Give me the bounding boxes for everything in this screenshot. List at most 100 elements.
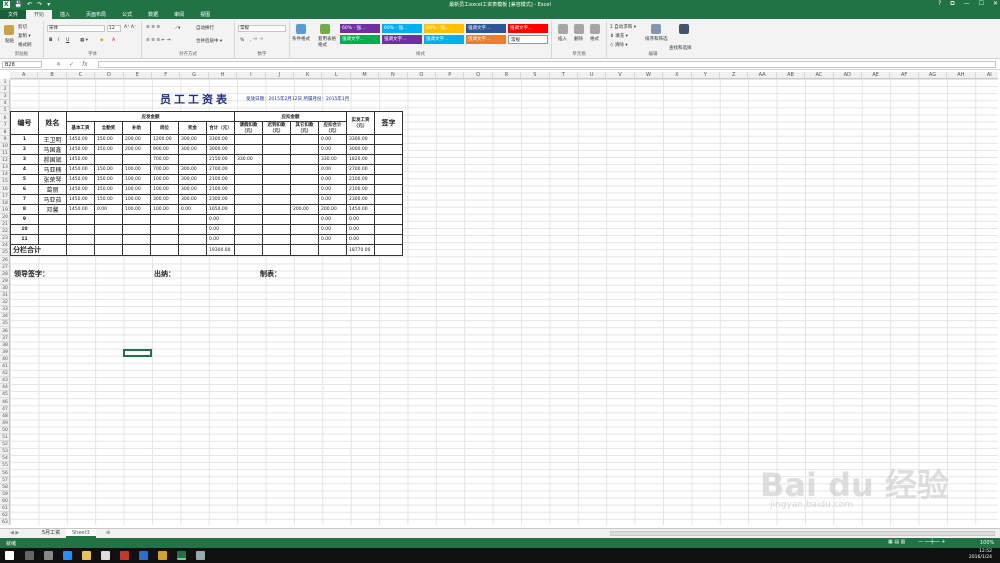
style-item[interactable]: 强调文字... <box>508 24 548 33</box>
cell-post[interactable] <box>150 224 179 235</box>
cell-name[interactable]: 马亚茹 <box>38 194 67 205</box>
column-header[interactable]: E <box>124 72 152 78</box>
cell-sign[interactable] <box>374 144 403 155</box>
app-icon[interactable] <box>196 551 205 560</box>
column-header[interactable]: S <box>521 72 550 78</box>
fill-color-icon[interactable]: ◆ <box>100 38 103 43</box>
insert-cells-button[interactable]: 插入 <box>558 36 567 42</box>
row-header[interactable]: 3 <box>0 93 9 101</box>
tab-file[interactable]: 文件 <box>0 10 27 19</box>
delete-cells-icon[interactable] <box>574 24 584 34</box>
column-header[interactable]: R <box>493 72 522 78</box>
cell[interactable] <box>122 244 151 256</box>
cell-post[interactable]: 1200.00 <box>150 134 179 145</box>
cell-total[interactable]: 2700.00 <box>206 164 235 175</box>
cell-attend[interactable]: 150.00 <box>94 174 123 185</box>
cell-attend[interactable]: 150.00 <box>94 144 123 155</box>
cell-base[interactable]: 1450.00 <box>66 154 95 165</box>
cell-leave[interactable] <box>234 184 263 195</box>
cell-subsidy[interactable] <box>122 154 151 165</box>
cell-no[interactable]: 6 <box>10 184 39 195</box>
column-header[interactable]: N <box>379 72 408 78</box>
cell-attend[interactable]: 150.00 <box>94 194 123 205</box>
grow-font-icon[interactable]: A⁺ A⁻ <box>124 25 136 30</box>
cell-no[interactable]: 9 <box>10 214 39 225</box>
conditional-format-button[interactable]: 条件格式 <box>292 36 310 42</box>
row-header[interactable]: 52 <box>0 441 9 449</box>
cell-net[interactable]: 2700.00 <box>346 164 375 175</box>
cell-dt[interactable]: 0.00 <box>318 194 347 205</box>
cell[interactable] <box>66 244 95 256</box>
row-header[interactable]: 46 <box>0 399 9 406</box>
column-header[interactable]: I <box>237 72 266 78</box>
cell-total[interactable]: 1650.00 <box>206 204 235 215</box>
cell-leave[interactable] <box>234 174 263 185</box>
cell-total[interactable]: 2300.00 <box>206 194 235 205</box>
cell-net[interactable]: 1820.00 <box>346 154 375 165</box>
row-header[interactable]: 41 <box>0 363 9 371</box>
cell-bonus[interactable]: 300.00 <box>178 174 207 185</box>
cell-subsidy[interactable] <box>122 214 151 225</box>
column-header[interactable]: M <box>351 72 380 78</box>
align-left-icon[interactable]: ≡ ≡ ≡ ⇤ ⇥ <box>146 38 171 43</box>
cell[interactable] <box>150 244 179 256</box>
row-header[interactable]: 50 <box>0 427 9 434</box>
row-header[interactable]: 51 <box>0 434 9 442</box>
row-header[interactable]: 57 <box>0 477 9 484</box>
style-item[interactable]: 强调文字... <box>424 35 464 44</box>
fill-button[interactable]: ⬇ 填充 ▾ <box>610 33 628 39</box>
cell-late[interactable] <box>262 174 291 185</box>
cell-name[interactable]: 马国鑫 <box>38 144 67 155</box>
cell-late[interactable] <box>262 204 291 215</box>
row-header[interactable]: 60 <box>0 498 9 505</box>
insert-cells-icon[interactable] <box>558 24 568 34</box>
comma-style-icon[interactable]: , ⁺⁰ ⁻⁰ <box>250 38 263 43</box>
sheet-tab-active[interactable]: Sheet3 <box>66 529 96 538</box>
column-header[interactable]: D <box>95 72 124 78</box>
cell-base[interactable]: 1450.00 <box>66 184 95 195</box>
border-icon[interactable]: ▦ ▾ <box>80 38 88 43</box>
row-header[interactable]: 59 <box>0 491 9 498</box>
tab-review[interactable]: 审阅 <box>166 10 192 19</box>
tab-formulas[interactable]: 公式 <box>114 10 140 19</box>
cell-base[interactable]: 1450.00 <box>66 204 95 215</box>
cell-bonus[interactable] <box>178 224 207 235</box>
cell-net[interactable]: 2100.00 <box>346 184 375 195</box>
cell-other[interactable] <box>290 174 319 185</box>
tab-scroll-left-icon[interactable]: ◀ ▶ <box>4 529 25 538</box>
clear-button[interactable]: ◇ 清除 ▾ <box>610 42 628 48</box>
cell-post[interactable]: 300.00 <box>150 194 179 205</box>
function-icon[interactable]: fx <box>82 61 88 68</box>
cell-other[interactable] <box>290 234 319 245</box>
cell-other[interactable]: 200.00 <box>290 204 319 215</box>
cell-dt[interactable]: 0.00 <box>318 234 347 245</box>
tab-data[interactable]: 数据 <box>140 10 166 19</box>
worksheet-grid[interactable]: 员工工资表 发放日期：2015年2月12日 所属月份：2015年1月 编号 姓名… <box>10 79 998 525</box>
row-header[interactable]: 4 <box>0 100 9 108</box>
cell-bonus[interactable] <box>178 154 207 165</box>
cell-no[interactable]: 2 <box>10 144 39 155</box>
row-header[interactable]: 5 <box>0 107 9 115</box>
cell-late[interactable] <box>262 194 291 205</box>
font-name-select[interactable]: 宋体 <box>47 25 105 32</box>
cell-subsidy[interactable]: 100.00 <box>122 194 151 205</box>
selected-cell[interactable] <box>123 349 152 357</box>
column-header[interactable]: W <box>635 72 664 78</box>
column-header[interactable]: O <box>408 72 436 78</box>
tab-page-layout[interactable]: 页面布局 <box>78 10 114 19</box>
row-header[interactable]: 45 <box>0 391 9 399</box>
cell-sign[interactable] <box>374 224 403 235</box>
cell-base[interactable]: 1450.00 <box>66 164 95 175</box>
cell-bonus[interactable]: 300.00 <box>178 164 207 175</box>
copy-button[interactable]: 复制 ▾ <box>18 33 31 39</box>
cell-dt[interactable]: 0.00 <box>318 174 347 185</box>
cell-late[interactable] <box>262 144 291 155</box>
cell-total[interactable]: 3000.00 <box>206 144 235 155</box>
cell-other[interactable] <box>290 224 319 235</box>
cell-dt[interactable]: 200.00 <box>318 204 347 215</box>
cell-leave[interactable] <box>234 194 263 205</box>
row-header[interactable]: 25 <box>0 249 9 257</box>
format-cells-icon[interactable] <box>590 24 600 34</box>
wrap-text-button[interactable]: 自动换行 <box>196 25 214 31</box>
tab-view[interactable]: 视图 <box>192 10 218 19</box>
